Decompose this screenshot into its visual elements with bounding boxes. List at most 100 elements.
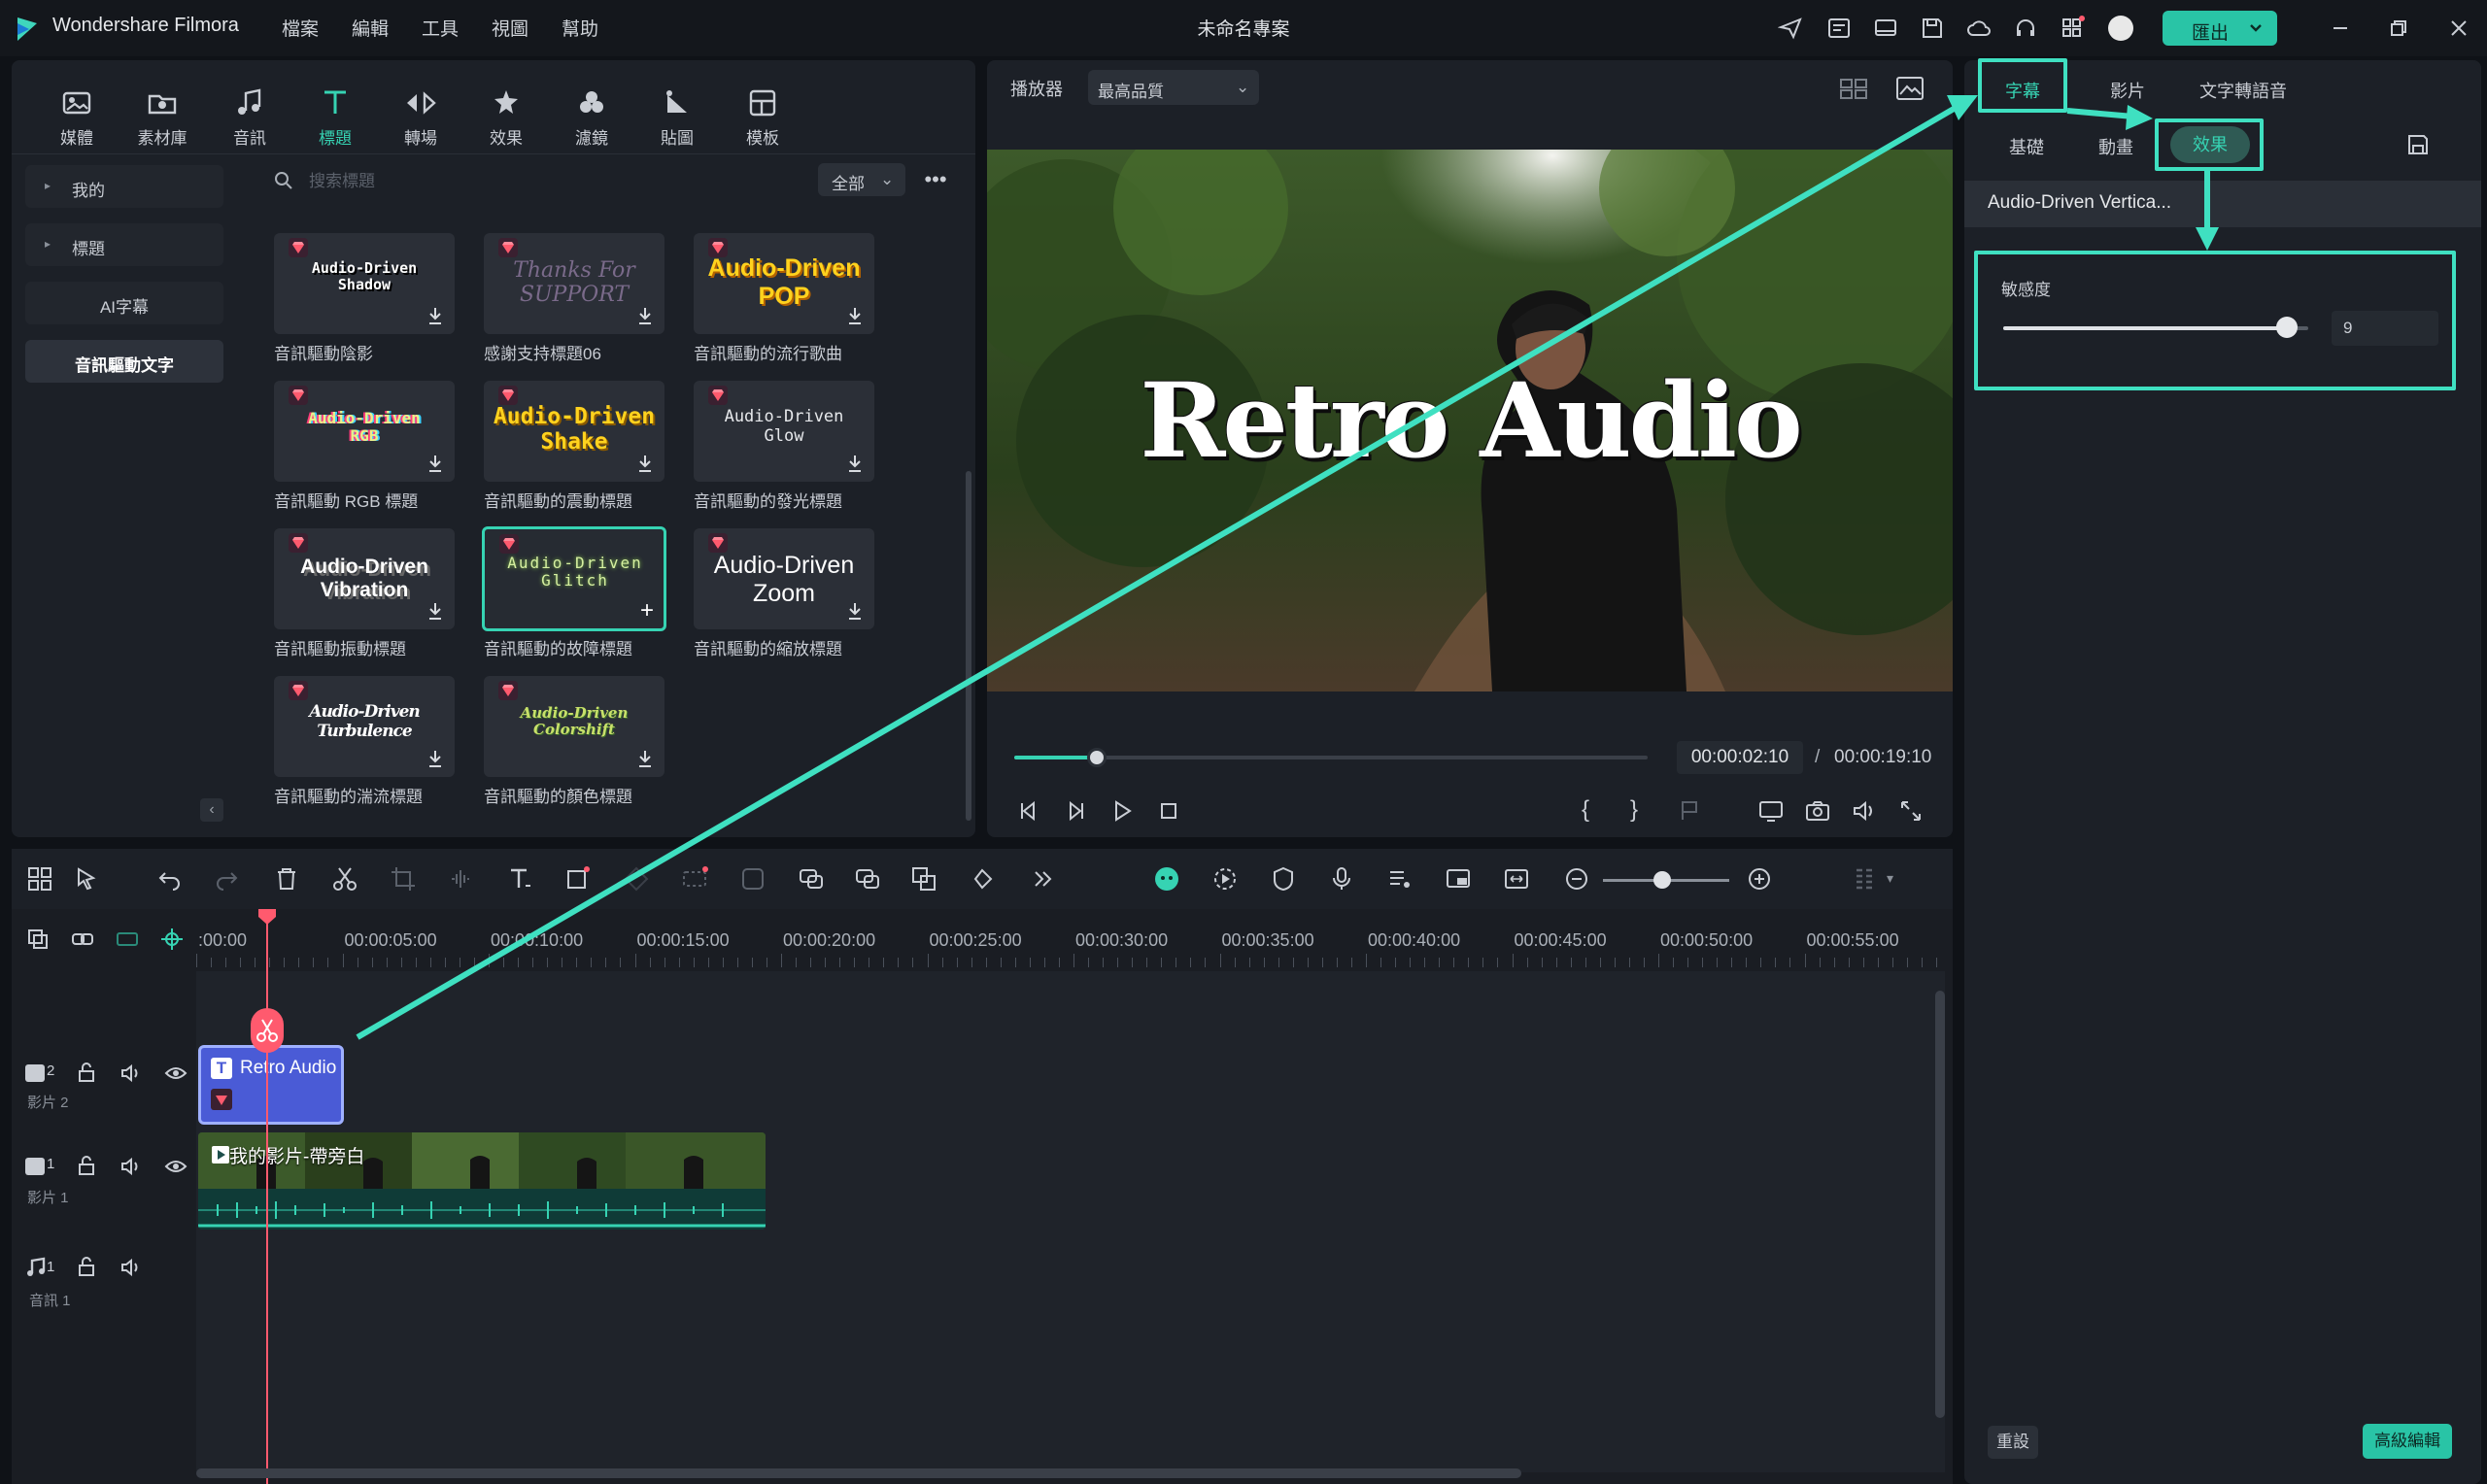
translate-icon[interactable]	[909, 864, 938, 894]
add-icon[interactable]: +	[640, 597, 654, 624]
chevron-down-icon[interactable]	[2248, 18, 2264, 38]
menu-help[interactable]: 幫助	[562, 15, 598, 41]
fullscreen-icon[interactable]	[1896, 796, 1925, 826]
text-tool-icon[interactable]	[505, 864, 534, 894]
volume-icon[interactable]	[119, 1255, 144, 1280]
tab-text-to-speech[interactable]: 文字轉語音	[2199, 78, 2287, 103]
scissors-icon[interactable]	[251, 1008, 284, 1053]
play-icon[interactable]	[1107, 796, 1137, 826]
prev-frame-icon[interactable]	[1014, 796, 1043, 826]
download-icon[interactable]	[635, 305, 655, 326]
speech-to-text-icon[interactable]	[797, 864, 826, 894]
volume-icon[interactable]	[119, 1154, 144, 1179]
tab-templates[interactable]: 模板	[719, 85, 806, 149]
add-track-icon[interactable]	[25, 927, 51, 952]
eye-icon[interactable]	[163, 1154, 188, 1179]
playhead-handle[interactable]	[256, 907, 278, 927]
volume-icon[interactable]	[1850, 796, 1879, 826]
ai-voice-icon[interactable]	[853, 864, 882, 894]
tab-transitions[interactable]: 轉場	[377, 85, 464, 149]
keyframe-icon[interactable]	[968, 864, 997, 894]
stop-icon[interactable]	[1154, 796, 1183, 826]
download-icon[interactable]	[426, 453, 445, 474]
undo-icon[interactable]	[155, 864, 185, 894]
subtab-animation[interactable]: 動畫	[2098, 134, 2133, 159]
sidebar-item-titles[interactable]: ▸ 標題	[25, 223, 223, 266]
layout-icon[interactable]	[25, 864, 54, 894]
menu-edit[interactable]: 編輯	[352, 15, 389, 41]
template-card[interactable]: Audio-Driven Glow	[694, 381, 874, 482]
more-tools-icon[interactable]	[1028, 864, 1057, 894]
save-icon[interactable]	[1920, 16, 1945, 41]
template-card[interactable]: Audio-Driven Zoom	[694, 528, 874, 629]
view-options-icon[interactable]	[1850, 864, 1879, 894]
mark-out-icon[interactable]: }	[1630, 796, 1659, 826]
timeline-horizontal-scrollbar[interactable]	[196, 1468, 1521, 1478]
search-input[interactable]	[309, 167, 795, 196]
lock-icon[interactable]	[74, 1061, 99, 1086]
subtab-basic[interactable]: 基礎	[2009, 134, 2044, 159]
menu-tools[interactable]: 工具	[422, 15, 459, 41]
select-tool-icon[interactable]	[72, 864, 101, 894]
zoom-slider-handle[interactable]	[1653, 871, 1671, 889]
video-title-overlay[interactable]: Retro Audio	[987, 359, 1953, 481]
template-card[interactable]: Audio-Driven Shake	[484, 381, 664, 482]
tab-titles[interactable]: 標題	[291, 85, 379, 149]
quality-select[interactable]: 最高品質 ⌄	[1088, 70, 1259, 105]
download-icon[interactable]	[426, 748, 445, 769]
collapse-sidebar-icon[interactable]: ‹	[200, 798, 223, 822]
tab-stock[interactable]: 素材庫	[119, 85, 206, 149]
download-icon[interactable]	[845, 600, 865, 622]
sidebar-item-mine[interactable]: ▸ 我的	[25, 165, 223, 208]
menu-file[interactable]: 檔案	[282, 15, 319, 41]
download-icon[interactable]	[426, 305, 445, 326]
title-clip[interactable]: T Retro Audio	[198, 1045, 344, 1125]
snap-icon[interactable]	[159, 927, 185, 952]
library-scrollbar[interactable]	[966, 471, 971, 821]
list-icon[interactable]	[1826, 16, 1852, 41]
cloud-icon[interactable]	[1966, 16, 1992, 41]
shape-icon[interactable]	[563, 864, 593, 894]
playhead[interactable]	[266, 919, 268, 1484]
timeline-vertical-scrollbar[interactable]	[1935, 991, 1945, 1418]
restore-icon[interactable]	[2386, 16, 2411, 41]
auto-ripple-icon[interactable]	[115, 927, 140, 952]
template-card-selected[interactable]: Audio-Driven Glitch +	[482, 526, 666, 631]
send-icon[interactable]	[1778, 16, 1803, 41]
timeline-ruler[interactable]: :00:00 00:00:05:00 00:00:10:00 00:00:15:00 0…	[196, 909, 1953, 971]
display-icon[interactable]	[1756, 796, 1786, 826]
minimize-icon[interactable]	[2328, 16, 2353, 41]
progress-track[interactable]	[1014, 756, 1648, 759]
chevron-down-icon[interactable]: ▾	[1887, 864, 1916, 894]
close-icon[interactable]	[2446, 16, 2471, 41]
delete-icon[interactable]	[272, 864, 301, 894]
audio-stretch-icon[interactable]	[738, 864, 767, 894]
snapshot-icon[interactable]	[1803, 796, 1832, 826]
split-icon[interactable]	[330, 864, 359, 894]
grid-icon[interactable]	[2060, 16, 2085, 41]
pip-icon[interactable]	[1444, 864, 1473, 894]
ai-tool-icon[interactable]	[680, 864, 709, 894]
grid-view-icon[interactable]	[1838, 74, 1869, 103]
lock-icon[interactable]	[74, 1154, 99, 1179]
export-button[interactable]: 匯出	[2163, 11, 2277, 46]
redo-icon[interactable]	[212, 864, 241, 894]
template-card[interactable]: Audio-Driven Turbulence	[274, 676, 455, 777]
advanced-edit-button[interactable]: 高級編輯	[2363, 1424, 2452, 1459]
monitor-icon[interactable]	[1873, 16, 1898, 41]
download-icon[interactable]	[845, 305, 865, 326]
shield-icon[interactable]	[1269, 864, 1298, 894]
audio-icon[interactable]	[447, 864, 476, 894]
current-time[interactable]: 00:00:02:10	[1677, 741, 1803, 774]
filter-select[interactable]: 全部 ⌄	[818, 163, 905, 196]
sidebar-item-ai-captions[interactable]: AI字幕	[25, 282, 223, 324]
link-icon[interactable]	[70, 927, 95, 952]
save-preset-icon[interactable]	[2405, 132, 2431, 157]
ai-assistant-icon[interactable]	[1152, 864, 1181, 894]
template-card[interactable]: Audio-Driven POP	[694, 233, 874, 334]
eye-icon[interactable]	[163, 1061, 188, 1086]
menu-view[interactable]: 視圖	[492, 15, 528, 41]
crop-icon[interactable]	[389, 864, 418, 894]
volume-icon[interactable]	[119, 1061, 144, 1086]
headset-icon[interactable]	[2013, 16, 2038, 41]
